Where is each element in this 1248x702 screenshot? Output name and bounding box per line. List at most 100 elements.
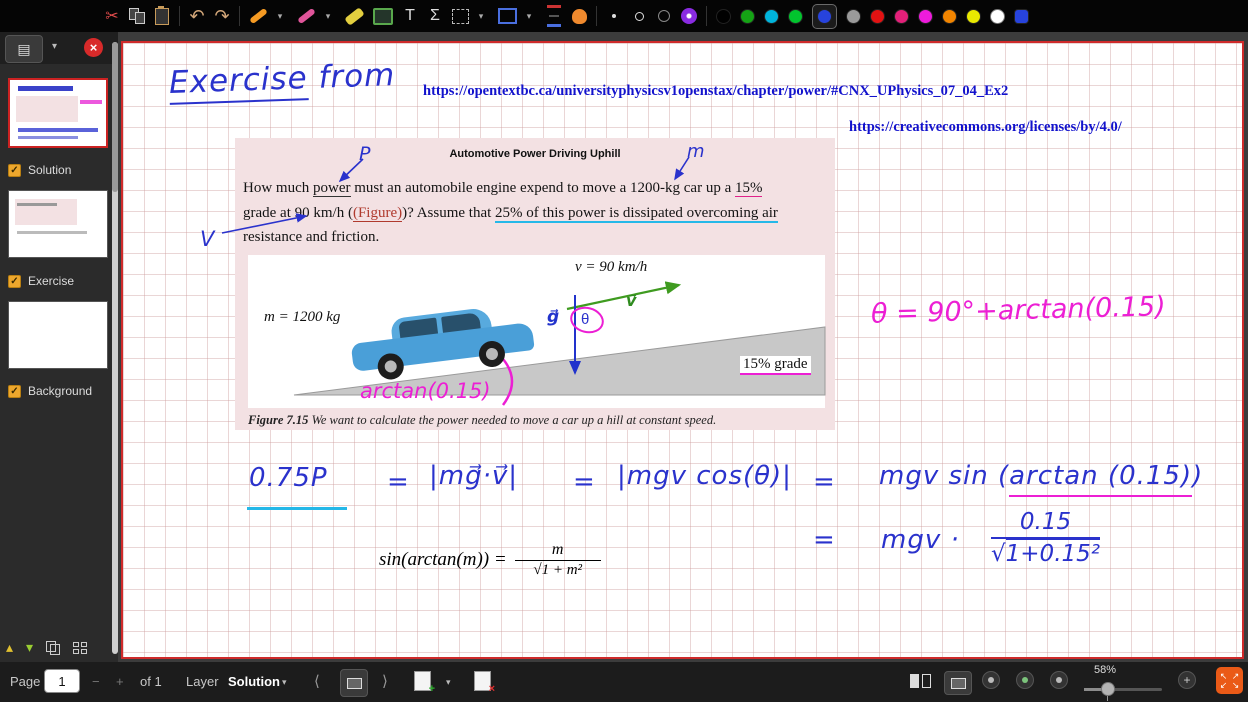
copy-icon[interactable] xyxy=(129,4,145,28)
page-decrement-button[interactable]: − xyxy=(92,674,100,689)
paste-icon[interactable] xyxy=(154,4,170,28)
heading-word-exercise: Exercise xyxy=(168,60,308,105)
presentation-mode-button[interactable] xyxy=(944,671,972,695)
select-dropdown-chevron-icon[interactable]: ▾ xyxy=(473,4,489,28)
previous-layer-icon[interactable]: ⟨ xyxy=(314,672,320,690)
merge-layer-icon[interactable] xyxy=(73,642,87,654)
toolbar-separator xyxy=(706,6,707,26)
undo-icon[interactable]: ↶ xyxy=(189,4,205,28)
zoom-slider-tick xyxy=(1107,696,1108,701)
color-swatch-blue[interactable] xyxy=(817,9,832,24)
zoom-slider-track[interactable] xyxy=(1084,688,1162,691)
page-label: Page xyxy=(10,674,40,689)
move-layer-down-icon[interactable]: ▾ xyxy=(26,639,33,656)
document-page[interactable]: Exercise from https://opentextbc.ca/univ… xyxy=(121,41,1244,659)
highlighter-tool-button[interactable] xyxy=(345,4,364,28)
problem-line-2: grade at 90 km/h ((Figure))? Assume that… xyxy=(243,201,831,226)
annotation-p: P xyxy=(359,143,370,165)
stroke-size-thick-button[interactable] xyxy=(656,4,672,28)
text-tool-button[interactable]: T xyxy=(402,4,418,28)
problem-text: How much power must an automobile engine… xyxy=(243,176,831,250)
hand-tool-button[interactable] xyxy=(571,4,587,28)
color-swatch-lightgreen[interactable] xyxy=(788,9,803,24)
layer-label: Layer xyxy=(186,674,219,689)
pen2-tool-button[interactable] xyxy=(297,4,316,28)
duplicate-layer-icon[interactable] xyxy=(46,641,60,655)
toolbar-separator xyxy=(179,6,180,26)
layer-checkbox-exercise[interactable]: ✓ xyxy=(8,275,21,288)
layer-selector-chevron-icon[interactable]: ▾ xyxy=(282,677,287,688)
grade-label: 15% grade xyxy=(740,356,811,375)
formula-lhs: sin(arctan(m)) = xyxy=(379,549,507,571)
statusbar-toggle-pen-button[interactable] xyxy=(982,671,1000,689)
layer-selector-value[interactable]: Solution xyxy=(228,674,280,689)
vertical-space-tool-button[interactable] xyxy=(546,4,562,28)
velocity-label: v = 90 km/h xyxy=(575,259,647,276)
shape-dropdown-chevron-icon[interactable]: ▾ xyxy=(521,4,537,28)
color-swatch-green[interactable] xyxy=(740,9,755,24)
select-tool-button[interactable] xyxy=(452,4,469,28)
math-tex-tool-button[interactable]: Σ xyxy=(427,4,443,28)
dual-page-view-button[interactable] xyxy=(910,674,931,691)
pen-dropdown-chevron-icon[interactable]: ▾ xyxy=(272,4,288,28)
statusbar-toggle-touch-button[interactable] xyxy=(1050,671,1068,689)
layer-label-exercise[interactable]: Exercise xyxy=(28,274,74,288)
page-number-input[interactable] xyxy=(44,669,80,693)
add-layer-button[interactable]: + xyxy=(414,671,431,694)
zoom-slider-handle[interactable] xyxy=(1101,682,1115,696)
sidebar-close-button[interactable]: × xyxy=(84,38,103,57)
shape-recognizer-icon[interactable] xyxy=(681,4,697,28)
add-layer-chevron-icon[interactable]: ▾ xyxy=(446,677,451,688)
handwritten-heading: Exercise from xyxy=(168,57,395,101)
cut-icon[interactable]: ✂ xyxy=(104,4,120,28)
move-layer-up-icon[interactable]: ▴ xyxy=(6,639,13,656)
color-swatch-red[interactable] xyxy=(870,9,885,24)
velocity-vector-label: v⃗ xyxy=(626,291,636,311)
color-swatch-rose[interactable] xyxy=(894,9,909,24)
color-swatch-yellow[interactable] xyxy=(966,9,981,24)
fullscreen-arrow-se-icon: ↘ xyxy=(1230,681,1242,690)
color-swatch-magenta[interactable] xyxy=(918,9,933,24)
eq1-equals-2: = xyxy=(573,467,596,497)
pen-tool-button[interactable] xyxy=(249,4,268,28)
shape-tool-button[interactable] xyxy=(498,4,517,28)
sidebar-header: ▤ ▾ × xyxy=(0,32,118,64)
redo-icon[interactable]: ↷ xyxy=(214,4,230,28)
delete-layer-button[interactable]: × xyxy=(474,671,491,694)
sidebar-mode-chevron-icon[interactable]: ▾ xyxy=(52,41,57,52)
annotation-v: V xyxy=(200,227,214,251)
color-swatch-black[interactable] xyxy=(716,9,731,24)
stroke-size-fine-button[interactable] xyxy=(606,4,622,28)
layer-row-solution: ✓ Solution xyxy=(8,163,71,177)
source-link: https://opentextbc.ca/universityphysicsv… xyxy=(423,83,1008,100)
statusbar-toggle-eraser-button[interactable] xyxy=(1016,671,1034,689)
gravity-vector-label: g⃗ xyxy=(547,307,559,327)
stroke-size-medium-button[interactable] xyxy=(631,4,647,28)
color-swatch-gray[interactable] xyxy=(846,9,861,24)
fullscreen-button[interactable]: ↖ ↗ ↙ ↘ xyxy=(1216,667,1243,694)
color-swatch-cyan[interactable] xyxy=(764,9,779,24)
sidebar-mode-button[interactable]: ▤ xyxy=(5,35,43,63)
layer-preview-solution[interactable] xyxy=(8,78,108,148)
layer-label-solution[interactable]: Solution xyxy=(28,163,71,177)
image-tool-button[interactable] xyxy=(373,4,393,28)
layer-label-background[interactable]: Background xyxy=(28,384,92,398)
figure-link: (Figure) xyxy=(353,205,402,222)
page-count-label: of 1 xyxy=(140,674,162,689)
color-swatch-white[interactable] xyxy=(990,9,1005,24)
page-increment-button[interactable]: + xyxy=(116,674,124,689)
color-picker-swatch[interactable] xyxy=(1014,9,1029,24)
color-swatch-blue-selected[interactable] xyxy=(812,4,837,29)
layer-preview-exercise[interactable] xyxy=(8,190,108,258)
layer-checkbox-solution[interactable]: ✓ xyxy=(8,164,21,177)
sidebar-scrollbar[interactable] xyxy=(112,42,118,654)
layer-view-button[interactable] xyxy=(340,669,368,697)
formula-denominator: √1 + m² xyxy=(533,562,582,579)
pen2-dropdown-chevron-icon[interactable]: ▾ xyxy=(320,4,336,28)
zoom-in-button[interactable]: + xyxy=(1178,671,1196,689)
color-swatch-orange[interactable] xyxy=(942,9,957,24)
layer-preview-background[interactable] xyxy=(8,301,108,369)
next-layer-icon[interactable]: ⟩ xyxy=(382,672,388,690)
sidebar: ▤ ▾ × ✓ Solution ✓ Exercise ✓ xyxy=(0,32,118,662)
layer-checkbox-background[interactable]: ✓ xyxy=(8,385,21,398)
